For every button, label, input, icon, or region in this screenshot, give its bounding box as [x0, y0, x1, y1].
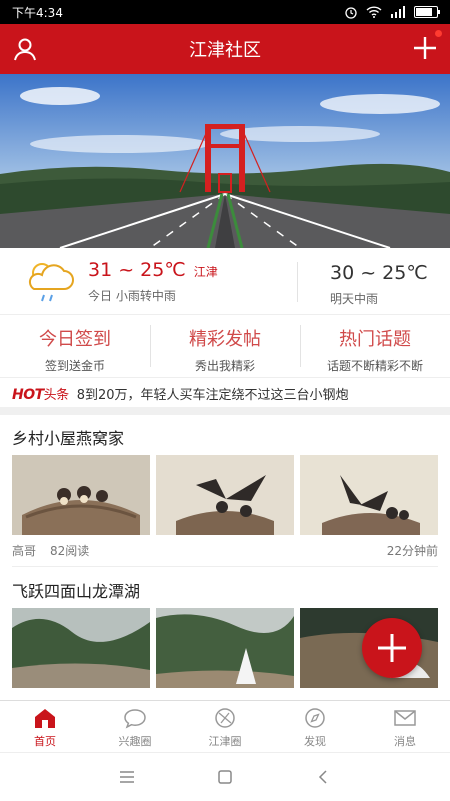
tab-messages[interactable]: 消息: [360, 701, 450, 753]
tomorrow-description: 明天中雨: [330, 292, 379, 306]
signal-icon: [391, 6, 405, 18]
tab-jiangjin-circle[interactable]: 江津圈: [180, 701, 270, 753]
top-bar: 江津社区: [0, 24, 450, 74]
tab-label: 兴趣圈: [118, 735, 152, 748]
post-image[interactable]: [300, 455, 438, 535]
post-title[interactable]: 乡村小屋燕窝家: [12, 425, 124, 449]
home-square-icon[interactable]: [216, 768, 234, 786]
post-button[interactable]: 精彩发帖 秀出我精彩: [150, 315, 300, 377]
post-meta: 高哥 82阅读 22分钟前: [12, 542, 438, 559]
banner-image[interactable]: [0, 74, 450, 248]
quick-title: 精彩发帖: [189, 329, 261, 350]
tab-label: 消息: [394, 735, 416, 748]
post-image[interactable]: [156, 455, 294, 535]
tomorrow-temperature: 30 ~ 25℃: [330, 262, 428, 284]
weather-today: 31 ~ 25℃ 江津 今日 小雨转中雨: [88, 259, 218, 304]
post-image[interactable]: [12, 455, 150, 535]
user-icon[interactable]: [12, 36, 38, 62]
battery-icon: [414, 6, 440, 18]
hot-logo-suffix: 头条: [43, 387, 70, 403]
post-time: 22分钟前: [386, 544, 438, 558]
circle-icon: [215, 708, 235, 728]
quick-title: 热门话题: [339, 329, 411, 350]
tab-interest-circle[interactable]: 兴趣圈: [90, 701, 180, 753]
home-icon: [35, 709, 55, 728]
status-icons: [344, 5, 440, 19]
tab-discover[interactable]: 发现: [270, 701, 360, 753]
weather-tomorrow: 30 ~ 25℃ 明天中雨: [330, 262, 428, 307]
status-bar: 下午4:34: [0, 0, 450, 24]
post-image[interactable]: [156, 608, 294, 688]
quick-subtitle: 签到送金币: [44, 359, 105, 373]
quick-subtitle: 秀出我精彩: [194, 359, 255, 373]
system-nav-bar: [0, 752, 450, 801]
quick-subtitle: 话题不断精彩不断: [326, 359, 423, 373]
compass-icon: [305, 708, 325, 728]
tab-label: 江津圈: [208, 735, 242, 748]
hot-topics-button[interactable]: 热门话题 话题不断精彩不断: [300, 315, 450, 377]
weather-divider: [297, 262, 298, 302]
quick-actions: 今日签到 签到送金币 精彩发帖 秀出我精彩 热门话题 话题不断精彩不断: [0, 314, 450, 377]
hot-logo-text: HOT: [12, 386, 44, 403]
today-temperature: 31 ~ 25℃: [88, 258, 186, 281]
notification-dot: [435, 30, 442, 37]
status-time: 下午4:34: [12, 5, 63, 20]
hot-news-ticker[interactable]: HOT头条 8到20万，年轻人买车注定绕不过这三台小钢炮: [0, 377, 450, 408]
wifi-icon: [366, 6, 382, 18]
post-title[interactable]: 飞跃四面山龙潭湖: [12, 578, 140, 602]
post-divider: [12, 566, 438, 567]
weather-panel: 31 ~ 25℃ 江津 今日 小雨转中雨 30 ~ 25℃ 明天中雨: [0, 248, 450, 314]
hot-headline[interactable]: 8到20万，年轻人买车注定绕不过这三台小钢炮: [77, 384, 349, 403]
chat-bubble-icon: [124, 709, 146, 729]
today-description: 今日 小雨转中雨: [88, 288, 176, 303]
checkin-button[interactable]: 今日签到 签到送金币: [0, 315, 150, 377]
hot-logo: HOT头条: [12, 384, 69, 403]
tab-label: 首页: [34, 735, 56, 748]
fab-add-button[interactable]: [362, 618, 422, 678]
section-gap: [0, 407, 450, 415]
post-reads: 82阅读: [50, 544, 90, 558]
add-icon[interactable]: [412, 35, 438, 61]
menu-icon[interactable]: [118, 768, 136, 786]
tab-label: 发现: [304, 735, 326, 748]
bottom-tab-bar: 首页 兴趣圈 江津圈 发现 消息: [0, 700, 450, 753]
alarm-icon: [345, 7, 357, 19]
page-title: 江津社区: [189, 40, 261, 61]
post-image[interactable]: [12, 608, 150, 688]
cloud-rain-icon: [28, 263, 74, 302]
tab-home[interactable]: 首页: [0, 701, 90, 753]
city-name: 江津: [193, 264, 218, 279]
post-author[interactable]: 高哥: [12, 542, 36, 559]
mail-icon: [394, 710, 416, 726]
back-icon[interactable]: [314, 768, 332, 786]
post-images[interactable]: [12, 455, 438, 535]
quick-title: 今日签到: [39, 329, 111, 350]
